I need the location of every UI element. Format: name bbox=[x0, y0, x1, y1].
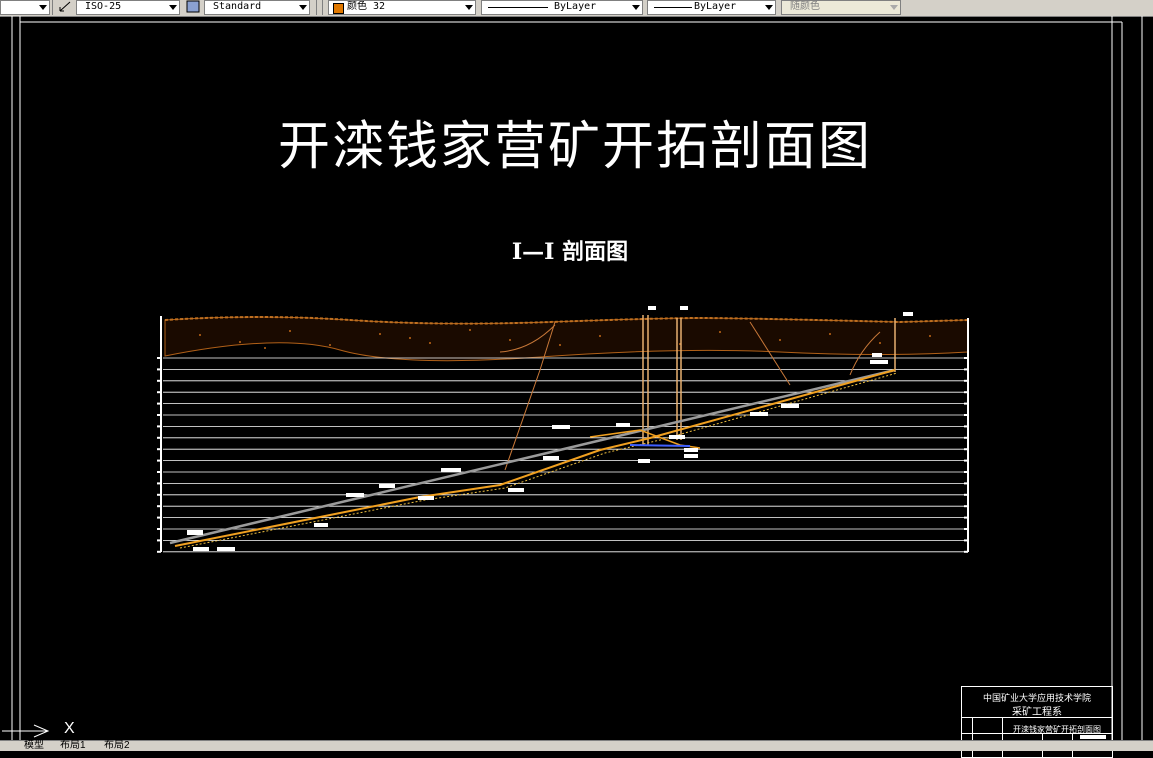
chevron-down-icon bbox=[765, 5, 773, 10]
chevron-down-icon bbox=[299, 5, 307, 10]
elevation-tick bbox=[157, 493, 161, 496]
chevron-down-icon bbox=[632, 5, 640, 10]
elevation-tick bbox=[964, 493, 968, 496]
elevation-tick bbox=[157, 505, 161, 508]
elevation-tick bbox=[157, 425, 161, 428]
chevron-down-icon bbox=[169, 5, 177, 10]
plotstyle-dropdown[interactable]: 随颜色 bbox=[781, 0, 901, 15]
elevation-tick bbox=[964, 402, 968, 405]
elevation-tick bbox=[157, 448, 161, 451]
line-sample bbox=[488, 7, 548, 8]
ucs-icon bbox=[2, 724, 50, 738]
elevation-tick bbox=[964, 528, 968, 530]
topsoil-layer bbox=[164, 316, 969, 362]
elevation-tick bbox=[157, 471, 161, 473]
linetype-dropdown[interactable]: ByLayer bbox=[481, 0, 643, 15]
textstyle-icon bbox=[186, 0, 200, 13]
section-title: I—I 剖面图 bbox=[511, 239, 629, 265]
elevation-tick bbox=[964, 459, 968, 462]
elevation-tick bbox=[157, 528, 161, 530]
elevation-tick bbox=[964, 448, 968, 451]
drawing-title: 开滦钱家营矿开拓剖面图 bbox=[277, 117, 872, 177]
elevation-tick bbox=[157, 357, 161, 359]
chevron-down-icon bbox=[890, 5, 898, 10]
lineweight-dropdown[interactable]: ByLayer bbox=[647, 0, 776, 15]
elevation-tick bbox=[157, 516, 161, 519]
layout-tabs-bar: 模型 布局1 布局2 bbox=[0, 740, 1153, 751]
drawing-name: 开滦钱家营矿开拓剖面图 bbox=[1013, 725, 1101, 734]
ucs-x-label: X bbox=[64, 720, 75, 737]
coal-seams bbox=[169, 368, 898, 549]
elevation-tick bbox=[157, 482, 161, 485]
elevation-tick bbox=[964, 391, 968, 394]
elevation-tick bbox=[157, 539, 161, 542]
elevation-tick bbox=[964, 357, 968, 359]
elevation-tick bbox=[964, 482, 968, 485]
elevation-ticks bbox=[157, 357, 968, 553]
elevation-tick bbox=[157, 379, 161, 382]
drawing-canvas[interactable]: 开滦钱家营矿开拓剖面图 I—I 剖面图 中国矿业大学应用技术学院 采矿工程系 开… bbox=[0, 16, 1153, 758]
chevron-down-icon bbox=[465, 5, 473, 10]
elevation-tick bbox=[157, 402, 161, 405]
elevation-tick bbox=[964, 539, 968, 542]
properties-toolbar: ISO-25 Standard 颜色 32 ByLayer ByLayer 随颜… bbox=[0, 0, 1153, 17]
textstyle-dropdown[interactable]: Standard bbox=[204, 0, 310, 15]
elevation-tick bbox=[964, 505, 968, 508]
color-dropdown[interactable]: 颜色 32 bbox=[328, 0, 476, 15]
layer-dropdown[interactable] bbox=[0, 0, 50, 15]
dimstyle-icon bbox=[59, 1, 71, 12]
elevation-tick bbox=[157, 414, 161, 416]
elevation-tick bbox=[964, 471, 968, 473]
elevation-tick bbox=[964, 368, 968, 371]
department-name: 采矿工程系 bbox=[1012, 707, 1062, 718]
dimstyle-dropdown[interactable]: ISO-25 bbox=[76, 0, 180, 15]
elevation-tick bbox=[157, 436, 161, 439]
color-swatch bbox=[333, 3, 344, 14]
chevron-down-icon bbox=[39, 5, 47, 10]
elevation-tick bbox=[157, 550, 161, 553]
elevation-tick bbox=[157, 459, 161, 462]
elevation-tick bbox=[964, 550, 968, 553]
line-sample bbox=[654, 7, 692, 8]
elevation-tick bbox=[157, 368, 161, 371]
elevation-tick bbox=[964, 516, 968, 519]
elevation-tick bbox=[964, 414, 968, 416]
elevation-tick bbox=[964, 425, 968, 428]
elevation-tick bbox=[964, 436, 968, 439]
elevation-tick bbox=[964, 379, 968, 382]
elevation-tick bbox=[157, 391, 161, 394]
